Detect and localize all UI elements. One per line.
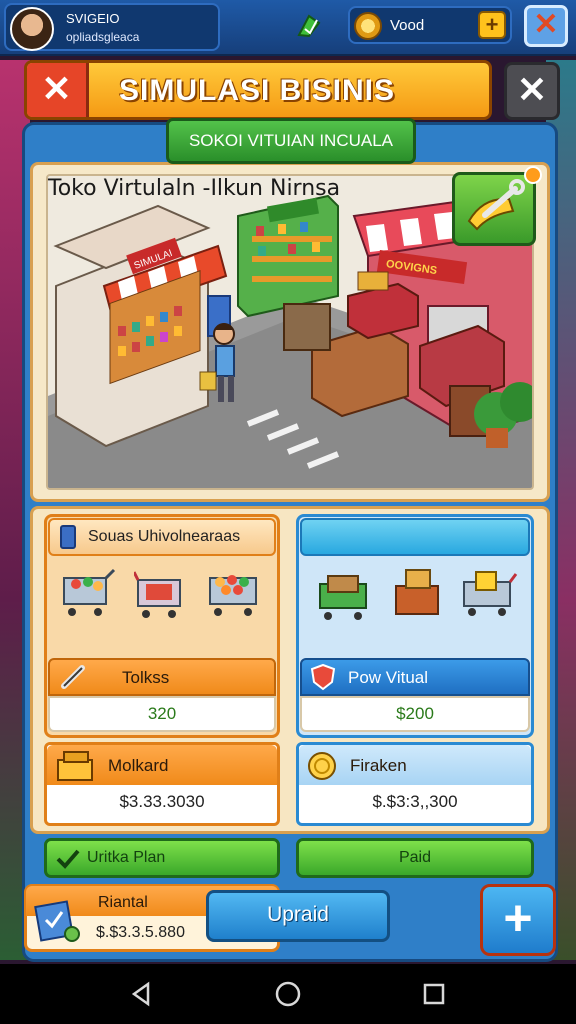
notification-dot bbox=[524, 166, 542, 184]
box-icon bbox=[395, 569, 439, 615]
paid-button[interactable]: Paid bbox=[296, 838, 534, 878]
business-plan-button[interactable]: Uritka Plan bbox=[44, 838, 280, 878]
player-profile[interactable]: SVIGEIO opliadsgleaca bbox=[4, 3, 220, 51]
right-stat-label: Pow Vitual bbox=[348, 668, 429, 687]
right-money-value: $.$3:3,,300 bbox=[299, 785, 531, 821]
top-close-button[interactable]: ✕ bbox=[524, 5, 568, 47]
system-nav-bar bbox=[0, 964, 576, 1024]
currency-label: Vood bbox=[390, 17, 425, 34]
subtitle-tab[interactable]: SOKOI VITUIAN INCUALA bbox=[166, 118, 416, 164]
left-stat-label: Tolkss bbox=[122, 668, 170, 687]
right-money-label: Firaken bbox=[350, 756, 407, 775]
right-stat-value: $200 bbox=[300, 696, 530, 732]
right-card-header[interactable] bbox=[300, 518, 530, 556]
avatar[interactable] bbox=[10, 7, 54, 51]
scene-caption: Toko Virtulaln -Ilkun Nirnsa bbox=[48, 176, 341, 201]
shield-icon bbox=[310, 663, 336, 691]
top-status-bar: SVIGEIO opliadsgleaca Vood + ✕ bbox=[0, 0, 576, 56]
left-stat-value: 320 bbox=[48, 696, 276, 732]
currency-box: Vood + bbox=[348, 6, 512, 44]
cart-icon bbox=[134, 571, 181, 618]
left-card-title: Souas Uhivolnearaas bbox=[88, 528, 241, 545]
phone-icon bbox=[60, 525, 76, 549]
cash-box-icon bbox=[57, 751, 93, 781]
check-icon bbox=[56, 849, 80, 869]
page-title: SIMULASI BISINIS bbox=[119, 74, 396, 107]
register-icon bbox=[34, 900, 80, 942]
title-banner: ✕ SIMULASI BISINIS bbox=[24, 60, 492, 120]
business-plan-label: Uritka Plan bbox=[87, 849, 166, 866]
tools-button[interactable] bbox=[452, 172, 536, 246]
add-currency-button[interactable]: + bbox=[478, 11, 506, 39]
cart-icon bbox=[463, 571, 518, 616]
add-button[interactable]: + bbox=[480, 884, 556, 956]
close-button[interactable]: ✕ bbox=[504, 62, 560, 120]
leaf-icon[interactable] bbox=[296, 13, 322, 39]
back-icon[interactable] bbox=[126, 978, 158, 1010]
left-money-label: Molkard bbox=[108, 756, 169, 775]
coin-icon bbox=[308, 752, 336, 780]
cart-icon bbox=[63, 568, 116, 616]
recents-icon[interactable] bbox=[418, 978, 450, 1010]
left-money-value: $3.33.3030 bbox=[47, 785, 277, 821]
player-name: SVIGEIO bbox=[66, 11, 120, 26]
coin-icon bbox=[354, 12, 382, 40]
rental-value: $.$3.3.5.880 bbox=[96, 924, 185, 941]
cart-icon bbox=[209, 575, 257, 616]
upgrade-button[interactable]: Upraid bbox=[206, 890, 390, 942]
home-icon[interactable] bbox=[272, 978, 304, 1010]
rental-label: Riantal bbox=[98, 894, 148, 911]
player-subtitle: opliadsgleaca bbox=[66, 30, 140, 44]
pen-icon bbox=[61, 665, 85, 689]
cart-icon bbox=[319, 575, 367, 620]
wrench-icon bbox=[467, 179, 525, 231]
title-badge-icon: ✕ bbox=[27, 63, 89, 117]
